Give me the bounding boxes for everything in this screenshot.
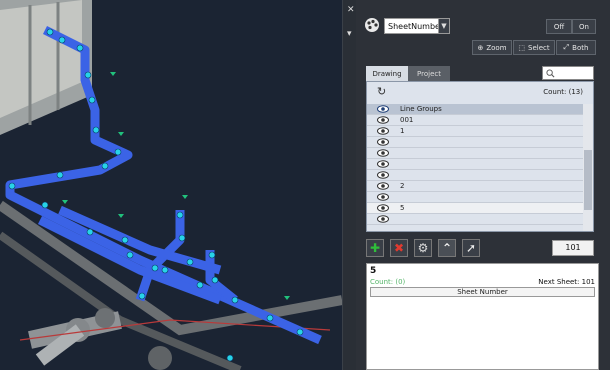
sheet-panel: SheetNumber ▼ Off On ⊕ Zoom ⬚ Select ⤢ Both… bbox=[356, 0, 610, 370]
select-label: Select bbox=[528, 43, 550, 52]
list-item[interactable] bbox=[367, 137, 583, 148]
cad-viewport[interactable] bbox=[0, 0, 342, 370]
eye-icon[interactable] bbox=[377, 105, 389, 113]
eye-icon[interactable] bbox=[377, 171, 389, 179]
add-icon[interactable]: ✚ bbox=[366, 239, 384, 257]
list-scrollbar[interactable] bbox=[583, 104, 593, 231]
both-icon: ⤢ bbox=[563, 43, 570, 51]
on-button[interactable]: On bbox=[572, 19, 596, 34]
line-group-list: ↻ Count: (13) Line Groups 001 1 2 5 bbox=[366, 81, 594, 232]
list-count: Count: (13) bbox=[543, 88, 583, 96]
refresh-icon[interactable]: ↻ bbox=[377, 85, 386, 98]
off-label: Off bbox=[553, 22, 565, 31]
eye-icon[interactable] bbox=[377, 116, 389, 124]
list-item-label: 001 bbox=[400, 116, 414, 124]
eye-icon[interactable] bbox=[377, 182, 389, 190]
list-item-selected[interactable]: 5 bbox=[367, 203, 583, 214]
scrollbar-thumb[interactable] bbox=[584, 150, 592, 210]
eye-icon[interactable] bbox=[377, 160, 389, 168]
detail-panel: 5 Count: (0) Next Sheet: 101 Sheet Numbe… bbox=[366, 263, 599, 370]
tab-project[interactable]: Project bbox=[408, 66, 450, 81]
search-icon bbox=[546, 69, 555, 78]
list-item[interactable]: 1 bbox=[367, 126, 583, 137]
list-item[interactable] bbox=[367, 148, 583, 159]
close-icon[interactable]: ✕ bbox=[347, 6, 355, 15]
list-item[interactable] bbox=[367, 159, 583, 170]
tab-drawing[interactable]: Drawing bbox=[366, 66, 408, 81]
on-label: On bbox=[579, 22, 589, 31]
both-label: Both bbox=[572, 43, 589, 52]
eye-icon[interactable] bbox=[377, 138, 389, 146]
column-header-sheet-number[interactable]: Sheet Number bbox=[370, 287, 595, 297]
pin-icon[interactable]: ▾ bbox=[347, 30, 352, 39]
list-header[interactable]: Line Groups bbox=[367, 104, 583, 115]
palette-icon[interactable] bbox=[364, 17, 380, 33]
flange bbox=[95, 308, 115, 328]
eye-icon[interactable] bbox=[377, 204, 389, 212]
list-item[interactable] bbox=[367, 170, 583, 181]
flange bbox=[148, 346, 172, 370]
chevron-down-icon[interactable]: ▼ bbox=[438, 18, 450, 34]
list-item[interactable] bbox=[367, 214, 583, 225]
list-item[interactable] bbox=[367, 192, 583, 203]
up-arrow-icon[interactable]: ⌃ bbox=[438, 239, 456, 257]
panel-divider[interactable]: ✕ ▾ bbox=[342, 0, 357, 370]
list-header-label: Line Groups bbox=[400, 105, 442, 113]
select-button[interactable]: ⬚ Select bbox=[513, 40, 555, 55]
list-item-label: 1 bbox=[400, 127, 405, 135]
next-sheet: Next Sheet: 101 bbox=[538, 278, 595, 286]
off-button[interactable]: Off bbox=[546, 19, 572, 34]
eye-icon[interactable] bbox=[377, 149, 389, 157]
list-item[interactable]: 001 bbox=[367, 115, 583, 126]
search-input[interactable] bbox=[542, 66, 594, 80]
remove-icon[interactable]: ✖ bbox=[390, 239, 408, 257]
zoom-button[interactable]: ⊕ Zoom bbox=[472, 40, 512, 55]
list-item-label: 5 bbox=[400, 204, 405, 212]
gear-icon[interactable]: ⚙ bbox=[414, 239, 432, 257]
sheet-number-field[interactable]: 101 bbox=[552, 240, 594, 256]
zoom-label: Zoom bbox=[486, 43, 507, 52]
eye-icon[interactable] bbox=[377, 193, 389, 201]
list-item-label: 2 bbox=[400, 182, 405, 190]
cursor-add-icon[interactable]: ➚ bbox=[462, 239, 480, 257]
eye-icon[interactable] bbox=[377, 127, 389, 135]
eye-icon[interactable] bbox=[377, 215, 389, 223]
pipe-model bbox=[0, 0, 342, 370]
both-button[interactable]: ⤢ Both bbox=[556, 40, 596, 55]
select-icon: ⬚ bbox=[518, 43, 525, 52]
list-item[interactable]: 2 bbox=[367, 181, 583, 192]
zoom-icon: ⊕ bbox=[477, 43, 484, 52]
detail-count: Count: (0) bbox=[370, 278, 406, 286]
detail-title: 5 bbox=[370, 266, 377, 276]
